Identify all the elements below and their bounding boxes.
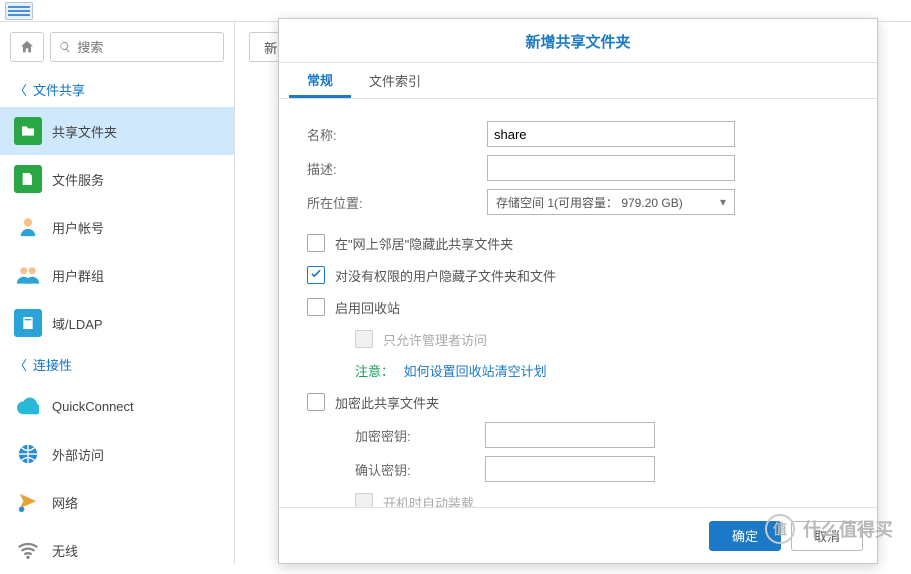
checkbox-icon bbox=[307, 234, 325, 252]
name-input[interactable] bbox=[487, 121, 735, 147]
sidebar-item-file-service[interactable]: 文件服务 bbox=[0, 155, 234, 203]
sidebar-item-label: 文件服务 bbox=[52, 170, 104, 189]
desc-input[interactable] bbox=[487, 155, 735, 181]
checkbox-icon bbox=[307, 266, 325, 284]
wifi-icon bbox=[14, 536, 42, 564]
watermark: 值 什么值得买 bbox=[765, 514, 893, 544]
checkbox-label: 启用回收站 bbox=[335, 298, 400, 317]
checkbox-label: 对没有权限的用户隐藏子文件夹和文件 bbox=[335, 266, 556, 285]
sidebar-item-label: QuickConnect bbox=[52, 399, 134, 414]
checkbox-icon bbox=[355, 493, 373, 507]
search-input-wrapper[interactable] bbox=[50, 32, 224, 62]
file-service-icon bbox=[14, 165, 42, 193]
sidebar-item-label: 外部访问 bbox=[52, 445, 104, 464]
watermark-icon: 值 bbox=[765, 514, 795, 544]
section-label: 文件共享 bbox=[33, 80, 85, 99]
chevron-down-icon: ▾ bbox=[720, 195, 726, 209]
sidebar: 〈 文件共享 共享文件夹 文件服务 用户帐号 用户群组 bbox=[0, 22, 235, 564]
home-icon bbox=[19, 39, 35, 55]
cloud-icon bbox=[14, 392, 42, 420]
dialog-title: 新增共享文件夹 bbox=[279, 19, 877, 63]
confirm-key-label: 确认密钥: bbox=[355, 460, 485, 479]
book-icon bbox=[14, 309, 42, 337]
checkbox-icon bbox=[307, 298, 325, 316]
sidebar-item-shared-folder[interactable]: 共享文件夹 bbox=[0, 107, 234, 155]
checkbox-hide-no-permission[interactable]: 对没有权限的用户隐藏子文件夹和文件 bbox=[307, 259, 849, 291]
globe-icon bbox=[14, 440, 42, 468]
section-connectivity[interactable]: 〈 连接性 bbox=[0, 347, 234, 382]
watermark-text: 什么值得买 bbox=[803, 516, 893, 542]
sidebar-item-domain-ldap[interactable]: 域/LDAP bbox=[0, 299, 234, 347]
sidebar-item-label: 用户帐号 bbox=[52, 218, 104, 237]
sidebar-item-label: 用户群组 bbox=[52, 266, 104, 285]
sidebar-item-network[interactable]: 网络 bbox=[0, 478, 234, 526]
app-logo-icon bbox=[5, 2, 33, 20]
recycle-hint: 注意： 如何设置回收站清空计划 bbox=[307, 355, 849, 386]
recycle-schedule-link[interactable]: 如何设置回收站清空计划 bbox=[404, 364, 547, 379]
encrypt-key-label: 加密密钥: bbox=[355, 426, 485, 445]
section-file-sharing[interactable]: 〈 文件共享 bbox=[0, 72, 234, 107]
sidebar-item-wireless[interactable]: 无线 bbox=[0, 526, 234, 574]
chevron-up-icon: 〈 bbox=[14, 80, 27, 99]
location-label: 所在位置: bbox=[307, 193, 487, 212]
checkbox-icon bbox=[355, 330, 373, 348]
search-input[interactable] bbox=[77, 40, 215, 55]
content-area: 新增 新增共享文件夹 常规 文件索引 名称: 描述: 所在位置: bbox=[235, 22, 911, 564]
encrypt-key-input[interactable] bbox=[485, 422, 655, 448]
checkbox-icon bbox=[307, 393, 325, 411]
home-button[interactable] bbox=[10, 32, 44, 62]
sidebar-item-label: 网络 bbox=[52, 493, 78, 512]
location-select[interactable]: 存储空间 1(可用容量： 979.20 GB) ▾ bbox=[487, 189, 735, 215]
search-icon bbox=[59, 40, 71, 54]
tab-general[interactable]: 常规 bbox=[289, 63, 351, 98]
network-icon bbox=[14, 488, 42, 516]
shared-folder-icon bbox=[14, 117, 42, 145]
chevron-up-icon: 〈 bbox=[14, 355, 27, 374]
dialog-body: 名称: 描述: 所在位置: 存储空间 1(可用容量： 979.20 GB) ▾ bbox=[279, 99, 877, 507]
hint-label: 注意： bbox=[355, 364, 394, 379]
checkbox-label: 只允许管理者访问 bbox=[383, 330, 487, 349]
checkbox-hide-network[interactable]: 在"网上邻居"隐藏此共享文件夹 bbox=[307, 227, 849, 259]
confirm-key-input[interactable] bbox=[485, 456, 655, 482]
sidebar-item-external-access[interactable]: 外部访问 bbox=[0, 430, 234, 478]
checkbox-auto-mount: 开机时自动装载 bbox=[307, 486, 849, 507]
checkbox-label: 加密此共享文件夹 bbox=[335, 393, 439, 412]
user-icon bbox=[14, 213, 42, 241]
checkbox-label: 开机时自动装载 bbox=[383, 493, 474, 508]
sidebar-item-label: 无线 bbox=[52, 541, 78, 560]
desc-label: 描述: bbox=[307, 159, 487, 178]
location-value: 存储空间 1(可用容量： 979.20 GB) bbox=[496, 194, 683, 211]
section-label: 连接性 bbox=[33, 355, 72, 374]
checkbox-enable-recycle[interactable]: 启用回收站 bbox=[307, 291, 849, 323]
sidebar-item-user-group[interactable]: 用户群组 bbox=[0, 251, 234, 299]
user-group-icon bbox=[14, 261, 42, 289]
sidebar-item-quickconnect[interactable]: QuickConnect bbox=[0, 382, 234, 430]
sidebar-item-user-account[interactable]: 用户帐号 bbox=[0, 203, 234, 251]
dialog-tabs: 常规 文件索引 bbox=[279, 63, 877, 99]
checkbox-label: 在"网上邻居"隐藏此共享文件夹 bbox=[335, 234, 513, 253]
sidebar-item-label: 域/LDAP bbox=[52, 314, 103, 333]
checkbox-encrypt[interactable]: 加密此共享文件夹 bbox=[307, 386, 849, 418]
sidebar-item-label: 共享文件夹 bbox=[52, 122, 117, 141]
name-label: 名称: bbox=[307, 125, 487, 144]
checkbox-admin-only: 只允许管理者访问 bbox=[307, 323, 849, 355]
create-shared-folder-dialog: 新增共享文件夹 常规 文件索引 名称: 描述: 所在位置: 存储空间 1(可用容… bbox=[278, 18, 878, 564]
tab-file-index[interactable]: 文件索引 bbox=[351, 63, 439, 98]
